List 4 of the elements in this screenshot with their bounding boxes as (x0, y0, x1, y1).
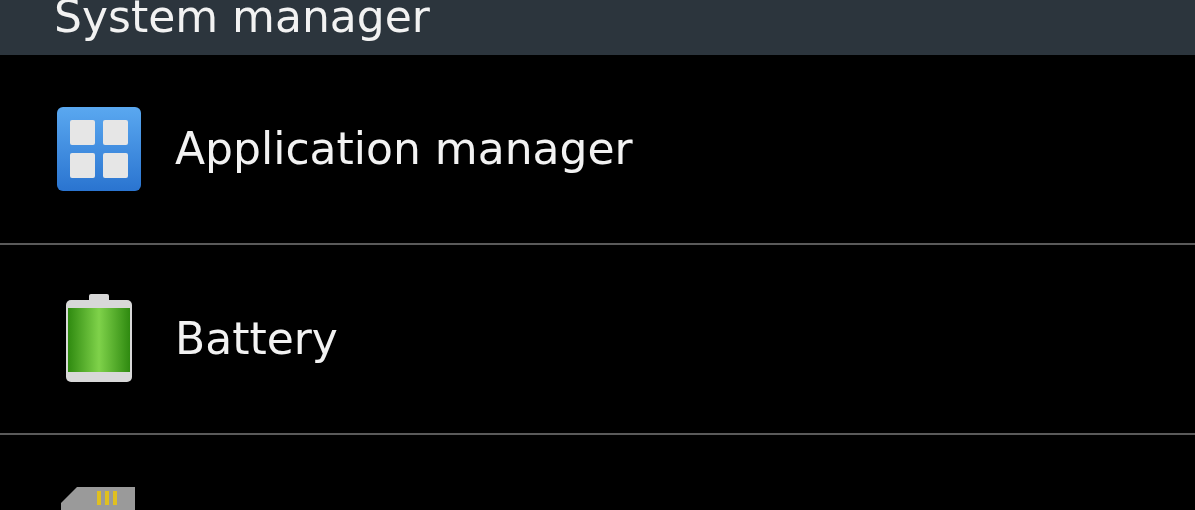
settings-item[interactable]: Application manager (0, 55, 1195, 243)
battery-icon (64, 294, 134, 384)
app-grid-icon (56, 106, 142, 192)
settings-item[interactable]: Battery (0, 245, 1195, 433)
